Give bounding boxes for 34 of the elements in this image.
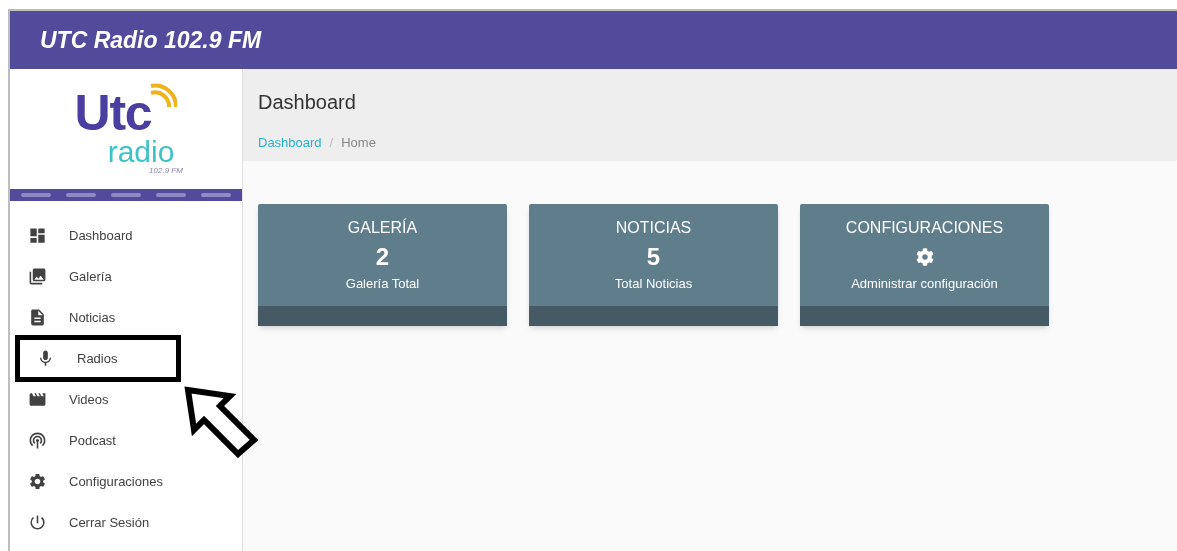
podcast-icon [28,431,47,450]
stat-card[interactable]: CONFIGURACIONES Administrar configuración [800,204,1049,326]
document-icon [28,308,47,327]
settings-icon [915,248,934,266]
stat-card[interactable]: GALERÍA 2 Galería Total [258,204,507,326]
card-value: 2 [375,242,390,272]
sidebar-item[interactable]: Podcast [10,420,124,461]
sidebar-item[interactable]: Cerrar Sesión [10,502,158,543]
power-icon [28,513,47,532]
card-title: CONFIGURACIONES [845,218,1004,238]
app-title: UTC Radio 102.9 FM [40,25,262,55]
sidebar-item[interactable]: Videos [10,379,117,420]
sidebar-item[interactable]: Dashboard [10,215,141,256]
card-caption: Administrar configuración [851,275,998,293]
card-title: NOTICIAS [615,218,692,238]
gallery-icon [28,267,47,286]
settings-icon [28,472,47,491]
dashboard-icon [28,226,47,245]
film-icon [28,390,47,409]
page-title: Dashboard [258,90,357,115]
card-caption: Galería Total [345,275,420,293]
breadcrumb-separator: / [329,134,334,152]
logo-mark: Utc [74,87,152,139]
card-value: 5 [646,242,661,272]
card-title: GALERÍA [347,217,418,238]
logo-word: radio [107,139,175,165]
breadcrumb-current: Home [341,134,376,152]
stat-card[interactable]: NOTICIAS 5 Total Noticias [529,204,778,326]
sidebar-item[interactable]: Configuraciones [10,461,171,502]
sidebar-item[interactable]: Radios [18,338,178,379]
card-caption: Total Noticias [614,275,693,293]
sidebar-item[interactable]: Noticias [10,297,124,338]
logo-frequency: 102.9 FM [149,165,183,177]
sidebar-item[interactable]: Galería [10,256,120,297]
